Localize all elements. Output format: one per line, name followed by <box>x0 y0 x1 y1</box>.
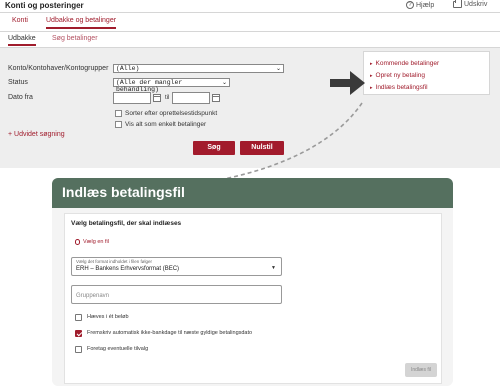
tab-konti[interactable]: Konti <box>12 17 28 24</box>
tilvalg-checkbox-label: Foretag eventuelle tilvalg <box>87 346 149 352</box>
paperclip-icon <box>75 239 80 245</box>
help-label: Hjælp <box>416 1 435 9</box>
fremskriv-checkbox[interactable] <box>75 330 82 337</box>
submit-upload-button[interactable]: Indlæs fil <box>405 363 437 377</box>
main-tabs: Konti Udbakke og betalinger <box>0 13 500 32</box>
format-select[interactable]: Vælg det format indholdet i filen følger… <box>71 257 282 276</box>
enkelt-checkbox-label: Vis alt som enkelt betalinger <box>125 121 207 128</box>
help-link[interactable]: ? Hjælp <box>406 1 434 9</box>
chevron-down-icon: ⌄ <box>275 65 281 72</box>
subtab-udbakke[interactable]: Udbakke <box>8 35 36 46</box>
udvidet-soegning-link[interactable]: + Udvidet søgning <box>8 131 65 138</box>
sort-checkbox-label: Sorter efter oprettelsestidspunkt <box>125 110 218 117</box>
upload-payment-file-panel: Indlæs betalingsfil Vælg betalingsfil, d… <box>52 178 453 386</box>
status-select[interactable]: (Alle der mangler behandling) ⌄ <box>113 78 230 93</box>
haeves-checkbox[interactable] <box>75 314 82 321</box>
date-from-input[interactable] <box>113 92 151 104</box>
page-title: Konti og posteringer <box>5 1 84 10</box>
menu-item-label: Kommende betalinger <box>375 60 440 67</box>
caret-right-icon: ▸ <box>370 73 373 79</box>
date-to-input[interactable] <box>172 92 210 104</box>
fremskriv-checkbox-label: Fremskriv automatisk ikke-bankdage til n… <box>87 330 253 336</box>
caret-right-icon: ▸ <box>370 61 373 67</box>
tab-udbakke-og-betalinger[interactable]: Udbakke og betalinger <box>46 17 117 29</box>
side-menu: ▸ Kommende betalinger ▸ Opret ny betaling … <box>363 51 490 95</box>
menu-item-label: Opret ny betaling <box>375 72 426 79</box>
printer-icon <box>453 0 462 8</box>
konto-select[interactable]: (Alle) ⌄ <box>113 64 284 73</box>
subtab-soeg-betalinger[interactable]: Søg betalinger <box>52 35 98 42</box>
panel-subtitle: Vælg betalingsfil, der skal indlæses <box>71 220 182 227</box>
calendar-icon[interactable] <box>153 94 161 102</box>
til-label: til <box>165 95 170 101</box>
title-bar: Konti og posteringer ? Hjælp Udskriv <box>0 0 500 13</box>
calendar-icon[interactable] <box>212 94 220 102</box>
panel-header: Indlæs betalingsfil <box>52 178 453 208</box>
status-label: Status <box>8 79 28 86</box>
print-label: Udskriv <box>464 1 488 8</box>
legacy-screen: Konti og posteringer ? Hjælp Udskriv Kon… <box>0 0 500 168</box>
konto-label: Konto/Kontohaver/Kontogrupper <box>8 65 109 72</box>
tilvalg-checkbox[interactable] <box>75 346 82 353</box>
sub-tabs: Udbakke Søg betalinger <box>0 32 500 48</box>
dropdown-triangle-icon: ▼ <box>271 265 276 271</box>
menu-item-indlaes-betalingsfil[interactable]: ▸ Indlæs betalingsfil <box>370 84 428 91</box>
group-name-placeholder: Gruppenavn <box>76 293 110 299</box>
pointer-arrow-icon <box>330 71 365 95</box>
choose-file-link[interactable]: Vælg en fil <box>75 239 109 245</box>
group-name-input[interactable]: Gruppenavn <box>71 285 282 304</box>
dato-label: Dato fra <box>8 94 33 101</box>
menu-item-kommende-betalinger[interactable]: ▸ Kommende betalinger <box>370 60 439 67</box>
format-select-value: ERH – Bankens Erhvervsformat (BEC) <box>76 266 180 272</box>
menu-item-opret-ny-betaling[interactable]: ▸ Opret ny betaling <box>370 72 425 79</box>
haeves-checkbox-label: Hæves i ét beløb <box>87 314 129 320</box>
panel-title: Indlæs betalingsfil <box>62 184 185 200</box>
enkelt-checkbox[interactable] <box>115 121 122 128</box>
status-select-value: (Alle der mangler behandling) <box>116 79 183 93</box>
print-link[interactable]: Udskriv <box>453 0 488 8</box>
choose-file-label: Vælg en fil <box>83 239 109 245</box>
chevron-down-icon: ⌄ <box>221 79 227 86</box>
konto-select-value: (Alle) <box>116 65 140 72</box>
sort-checkbox[interactable] <box>115 110 122 117</box>
menu-item-label: Indlæs betalingsfil <box>375 84 428 91</box>
caret-right-icon: ▸ <box>370 85 373 91</box>
reset-button[interactable]: Nulstil <box>240 141 284 155</box>
help-icon: ? <box>406 1 414 9</box>
panel-body: Vælg betalingsfil, der skal indlæses Væl… <box>64 213 442 384</box>
search-button[interactable]: Søg <box>193 141 235 155</box>
format-select-label: Vælg det format indholdet i filen følger <box>76 259 153 264</box>
